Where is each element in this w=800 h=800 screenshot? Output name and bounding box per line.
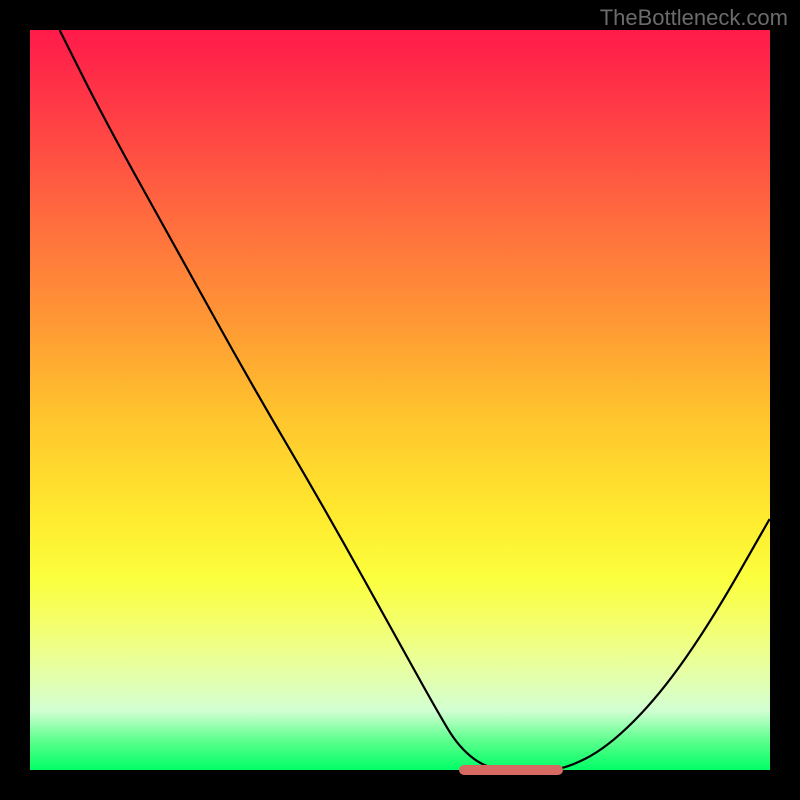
watermark-text: TheBottleneck.com <box>600 5 788 31</box>
curve-svg <box>30 30 770 770</box>
minimum-marker <box>459 765 563 775</box>
curve-line <box>60 30 770 770</box>
bottleneck-chart <box>30 30 770 770</box>
